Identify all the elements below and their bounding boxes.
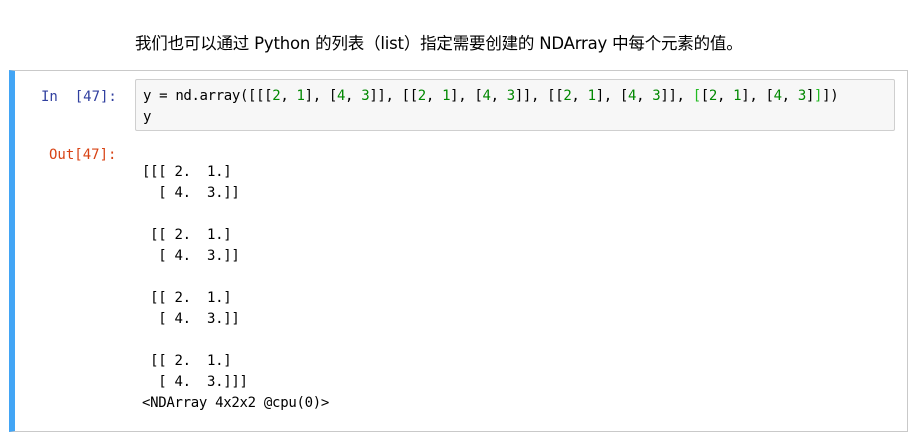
output-prompt: Out[47]: (49, 147, 117, 163)
code-cell[interactable]: In [47]: y = nd.array([[[2, 1], [4, 3]],… (9, 70, 908, 432)
code-token: , (280, 88, 297, 104)
code-token: , (345, 88, 362, 104)
code-token: ] (805, 88, 815, 104)
code-token: , (781, 88, 798, 104)
code-token: ], [ (450, 88, 483, 104)
code-number: 3 (797, 88, 806, 104)
code-token: ]], [[ (514, 88, 564, 104)
code-number: 1 (587, 88, 596, 104)
code-token: ], [ (304, 88, 338, 104)
code-number: 4 (482, 88, 491, 104)
code-number: 1 (442, 88, 451, 104)
code-token: , (636, 88, 653, 104)
output-line: [[ 2. 1.] (142, 290, 232, 306)
input-prompt: In [47]: (41, 89, 117, 105)
code-token: [ (700, 88, 709, 104)
matched-bracket: [ (692, 88, 701, 104)
code-token: , (716, 88, 734, 104)
code-input-area[interactable]: y = nd.array([[[2, 1], [4, 3]], [[2, 1],… (135, 79, 895, 131)
output-line: [ 4. 3.]]] (142, 374, 248, 390)
code-token: , (425, 88, 443, 104)
code-number: 4 (628, 88, 637, 104)
code-token: ]], [[ (369, 88, 418, 104)
output-line: [[[ 2. 1.] (142, 164, 232, 180)
matched-bracket: ] (814, 88, 823, 104)
code-line-1: y = nd.array([[[2, 1], [4, 3]], [[2, 1],… (143, 88, 839, 104)
code-token: ], [ (741, 88, 774, 104)
code-token: ], [ (595, 88, 629, 104)
output-line: <NDArray 4x2x2 @cpu(0)> (142, 395, 329, 411)
code-token: y = nd.array([[[ (143, 88, 273, 104)
markdown-cell[interactable]: 我们也可以通过 Python 的列表（list）指定需要创建的 NDArray … (0, 28, 919, 58)
markdown-text: 我们也可以通过 Python 的列表（list）指定需要创建的 NDArray … (135, 34, 743, 53)
output-line: [ 4. 3.]] (142, 185, 240, 201)
code-number: 2 (417, 88, 426, 104)
code-number: 2 (708, 88, 717, 104)
output-line: [[ 2. 1.] (142, 353, 232, 369)
code-token: ]], (660, 88, 693, 104)
output-line: [[ 2. 1.] (142, 227, 232, 243)
code-number: 1 (296, 88, 305, 104)
code-token: ]) (822, 88, 839, 104)
code-token: , (571, 88, 588, 104)
output-line: [ 4. 3.]] (142, 311, 240, 327)
code-number: 4 (336, 88, 346, 104)
code-token: , (490, 88, 507, 104)
code-line-2: y (143, 109, 152, 125)
code-number: 4 (773, 88, 782, 104)
code-number: 3 (506, 88, 515, 104)
output-line: [ 4. 3.]] (142, 248, 240, 264)
